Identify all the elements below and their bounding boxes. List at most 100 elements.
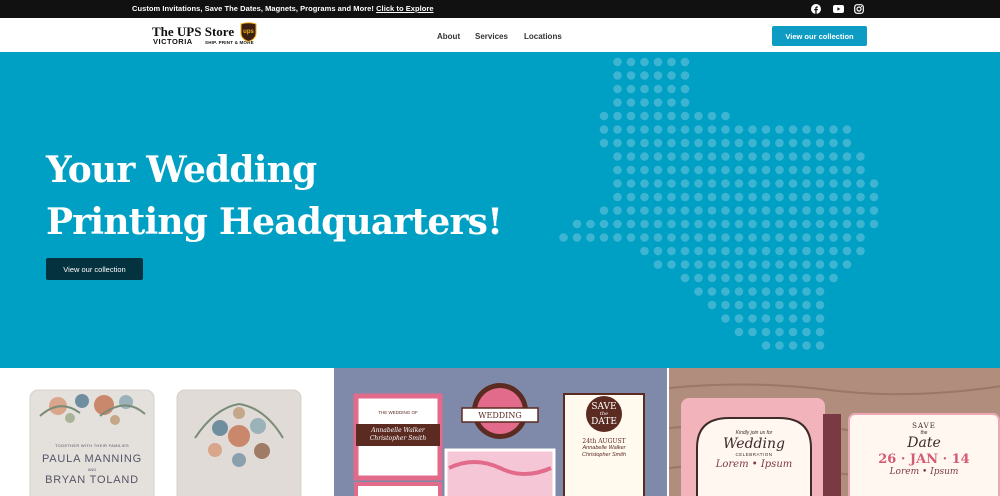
map-dot xyxy=(694,165,703,175)
map-dot xyxy=(802,287,811,296)
map-dot xyxy=(613,233,622,242)
nav-locations[interactable]: Locations xyxy=(524,32,562,41)
announcement-text: Custom Invitations, Save The Dates, Magn… xyxy=(132,0,434,18)
map-dot xyxy=(788,219,798,229)
map-dot xyxy=(734,287,744,296)
map-dot xyxy=(613,165,622,175)
map-dot xyxy=(815,179,825,188)
map-dot xyxy=(842,179,852,188)
instagram-icon[interactable] xyxy=(853,3,865,15)
map-dot xyxy=(667,152,676,161)
map-dot xyxy=(667,138,676,148)
std-couple2: Christopher Smith xyxy=(581,452,627,458)
map-dot xyxy=(748,192,757,202)
map-dot xyxy=(815,246,825,256)
map-dot xyxy=(815,260,825,269)
map-dot xyxy=(626,111,636,121)
map-dot xyxy=(680,71,690,80)
map-dot xyxy=(599,233,609,242)
map-dot xyxy=(653,152,663,161)
map-dot xyxy=(802,138,811,148)
map-dot xyxy=(653,246,663,256)
map-dot xyxy=(694,260,703,269)
map-dot xyxy=(626,192,636,202)
vintage-std-names: Lorem • Ipsum xyxy=(889,467,959,477)
map-dot xyxy=(707,287,717,296)
facebook-icon[interactable] xyxy=(810,3,822,15)
map-dot xyxy=(829,233,838,242)
map-dot xyxy=(613,84,622,94)
map-dot xyxy=(734,219,744,229)
map-dot xyxy=(802,246,811,256)
std-date-text: 24th AUGUST xyxy=(582,438,626,445)
map-dot xyxy=(734,233,744,242)
map-dot xyxy=(748,206,757,215)
map-dot xyxy=(694,152,703,161)
map-dot xyxy=(761,219,771,229)
map-dot xyxy=(802,125,811,134)
map-dot xyxy=(775,179,784,188)
map-dot xyxy=(640,179,649,188)
map-dot xyxy=(653,138,663,148)
explore-link[interactable]: Click to Explore xyxy=(376,4,433,13)
map-dot xyxy=(775,260,784,269)
map-dot xyxy=(842,152,852,161)
map-dot xyxy=(653,179,663,188)
map-dot xyxy=(734,152,744,161)
map-dot xyxy=(640,206,649,215)
map-dot xyxy=(748,165,757,175)
map-dot xyxy=(626,206,636,215)
map-dot xyxy=(842,233,852,242)
map-dot xyxy=(680,179,690,188)
map-dot xyxy=(707,206,717,215)
map-dot xyxy=(667,206,676,215)
map-dot xyxy=(680,233,690,242)
map-dot xyxy=(667,179,676,188)
map-dot xyxy=(707,219,717,229)
map-dot xyxy=(572,233,582,242)
gallery-panel-floral[interactable]: TOGETHER WITH THEIR FAMILIES PAULA MANNI… xyxy=(0,368,334,496)
vintage-names: Lorem • Ipsum xyxy=(715,459,793,470)
map-dot xyxy=(788,327,798,337)
map-dot xyxy=(707,125,717,134)
map-dot xyxy=(721,179,730,188)
hero-collection-button[interactable]: View our collection xyxy=(46,258,143,280)
map-dot xyxy=(694,219,703,229)
map-dot xyxy=(802,314,811,323)
header-collection-button[interactable]: View our collection xyxy=(772,26,867,46)
map-dot xyxy=(626,71,636,80)
map-dot xyxy=(815,273,825,283)
map-dot xyxy=(748,327,757,337)
map-dot xyxy=(613,111,622,121)
vintage-invite-text: Kindly join us for Wedding CELEBRATION L… xyxy=(697,430,811,470)
map-dot xyxy=(640,152,649,161)
youtube-icon[interactable] xyxy=(832,3,844,15)
map-dot xyxy=(734,138,744,148)
map-dot xyxy=(734,179,744,188)
card1-small: TOGETHER WITH THEIR FAMILIES xyxy=(54,443,130,448)
map-dot xyxy=(680,165,690,175)
map-dot xyxy=(869,192,879,202)
map-dot xyxy=(748,233,757,242)
map-dot xyxy=(707,111,717,121)
map-dot xyxy=(761,287,771,296)
map-dot xyxy=(734,192,744,202)
nav-services[interactable]: Services xyxy=(475,32,508,41)
map-dot xyxy=(694,111,703,121)
map-dot xyxy=(869,219,879,229)
map-dot xyxy=(626,233,636,242)
map-dot xyxy=(788,152,798,161)
map-dot xyxy=(721,273,730,283)
map-dot xyxy=(613,138,622,148)
map-dot xyxy=(829,219,838,229)
map-dot xyxy=(748,246,757,256)
map-dot xyxy=(842,206,852,215)
gallery-panel-pink[interactable]: THE WEDDING OF Annabelle Walker Christop… xyxy=(334,368,667,496)
map-dot xyxy=(707,165,717,175)
map-dot xyxy=(694,179,703,188)
map-dot xyxy=(586,219,595,229)
map-dot xyxy=(707,233,717,242)
site-logo[interactable]: The UPS Store VICTORIA SHIP. PRINT & MOR… xyxy=(152,22,260,50)
nav-about[interactable]: About xyxy=(437,32,460,41)
gallery-panel-vintage[interactable]: Kindly join us for Wedding CELEBRATION L… xyxy=(667,368,1000,496)
